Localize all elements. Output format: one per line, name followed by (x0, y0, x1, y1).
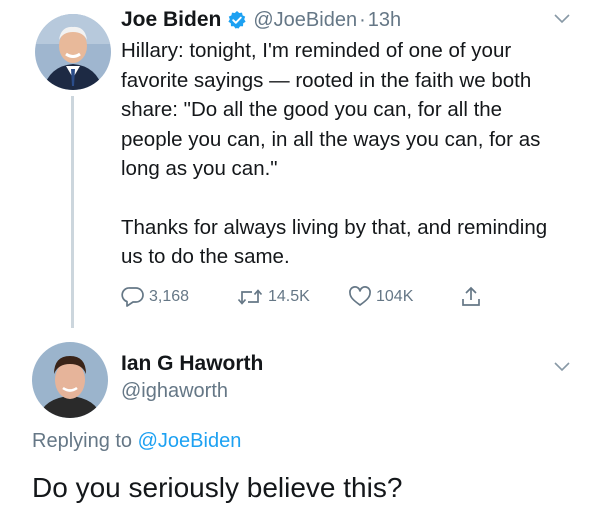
chevron-down-icon[interactable] (553, 12, 571, 24)
reply-count: 3,168 (149, 288, 190, 305)
original-tweet: Joe Biden @JoeBiden · 13h Hillary: tonig… (0, 0, 596, 330)
tweet-body: Hillary: tonight, I'm reminded of one of… (121, 36, 561, 272)
like-count: 104K (376, 288, 414, 305)
tweet-timestamp[interactable]: 13h (368, 9, 401, 32)
tweet-paragraph-1: Hillary: tonight, I'm reminded of one of… (121, 39, 541, 180)
reply-text: Do you seriously believe this? (32, 472, 403, 503)
like-button[interactable]: 104K (348, 286, 460, 308)
replying-to-link[interactable]: @JoeBiden (138, 430, 242, 452)
replying-to-label: Replying to (32, 430, 138, 452)
reply-icon (121, 287, 144, 307)
separator-dot: · (359, 8, 366, 31)
author-handle[interactable]: @JoeBiden (253, 9, 357, 32)
reply-author-name[interactable]: Ian G Haworth (121, 352, 263, 376)
reply-author-handle[interactable]: @ighaworth (121, 380, 228, 403)
chevron-down-icon[interactable] (553, 360, 571, 372)
avatar-ian-haworth[interactable] (32, 342, 108, 418)
author-name[interactable]: Joe Biden (121, 8, 221, 32)
retweet-icon (237, 289, 263, 305)
tweet-actions: 3,168 14.5K 104K (121, 283, 482, 311)
avatar-joe-biden[interactable] (35, 14, 111, 90)
share-icon (462, 286, 480, 306)
verified-badge-icon (227, 10, 247, 30)
tweet-paragraph-2: Thanks for always living by that, and re… (121, 215, 548, 269)
replying-to: Replying to @JoeBiden (32, 430, 241, 453)
heart-icon (349, 286, 371, 306)
tweet-header: Joe Biden @JoeBiden · 13h (121, 6, 401, 34)
retweet-button[interactable]: 14.5K (236, 286, 348, 308)
retweet-count: 14.5K (268, 288, 310, 305)
thread-connector-line (71, 96, 74, 328)
reply-button[interactable]: 3,168 (121, 286, 236, 308)
share-button[interactable] (460, 285, 482, 309)
